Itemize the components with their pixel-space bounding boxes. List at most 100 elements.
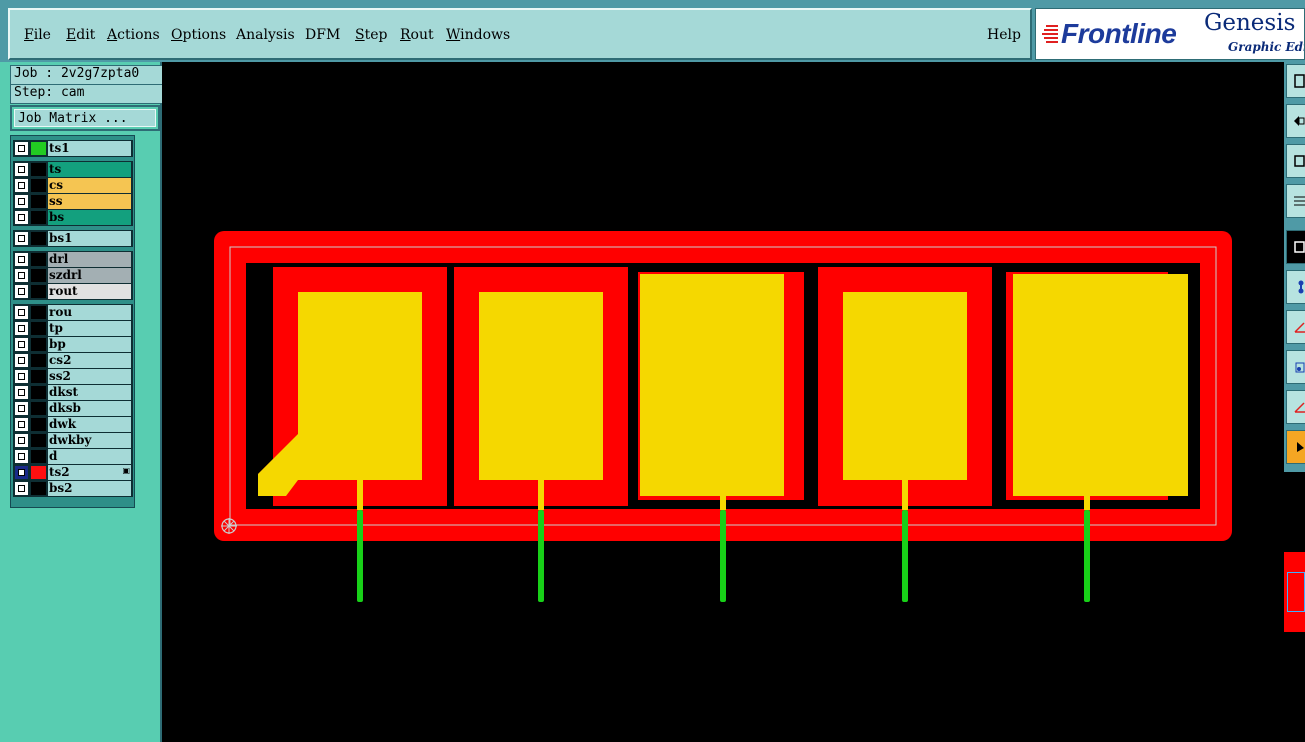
snap-icon — [1294, 241, 1305, 253]
layer-row-dkst[interactable]: dkst — [13, 384, 133, 401]
layer-color-swatch[interactable] — [31, 285, 46, 298]
snap-button[interactable] — [1286, 230, 1305, 264]
menu-help[interactable]: Help — [987, 27, 1021, 43]
layer-row-ss2[interactable]: ss2 — [13, 368, 133, 385]
layer-checkbox[interactable] — [15, 370, 28, 383]
layer-name: ts — [48, 162, 131, 177]
layer-name: szdrl — [48, 268, 131, 283]
layer-row-d[interactable]: d — [13, 448, 133, 465]
zoom-fit-button[interactable] — [1286, 144, 1305, 178]
layer-color-swatch[interactable] — [31, 434, 46, 447]
layer-color-swatch[interactable] — [31, 269, 46, 282]
pad-3 — [640, 274, 784, 496]
pcb-drawing[interactable] — [162, 62, 1284, 742]
angle2-button[interactable] — [1286, 390, 1305, 424]
menu-edit[interactable]: Edit — [66, 27, 95, 43]
layers-icon — [1294, 196, 1305, 206]
layer-row-szdrl[interactable]: szdrl — [13, 267, 133, 284]
layer-checkbox[interactable] — [15, 354, 28, 367]
layer-checkbox[interactable] — [15, 179, 28, 192]
layer-checkbox[interactable] — [15, 386, 28, 399]
layer-checkbox[interactable] — [15, 306, 28, 319]
graphic-canvas[interactable] — [162, 62, 1284, 742]
frontline-logo-icon — [1042, 25, 1058, 43]
layer-color-swatch[interactable] — [31, 195, 46, 208]
layer-row-tp[interactable]: tp — [13, 320, 133, 337]
layer-checkbox[interactable] — [15, 482, 28, 495]
menu-windows[interactable]: Windows — [446, 27, 510, 43]
menu-file[interactable]: File — [24, 27, 51, 43]
layer-row-ts2[interactable]: ts2 ▣ — [13, 464, 133, 481]
layer-row-dwk[interactable]: dwk — [13, 416, 133, 433]
layer-color-swatch[interactable] — [31, 142, 46, 155]
layer-name: dwkby — [48, 433, 131, 448]
layer-color-swatch[interactable] — [31, 163, 46, 176]
layer-checkbox[interactable] — [15, 195, 28, 208]
job-matrix-button[interactable]: Job Matrix ... — [10, 105, 160, 131]
mini-preview — [1284, 552, 1305, 632]
layer-color-swatch[interactable] — [31, 179, 46, 192]
layer-color-swatch[interactable] — [31, 402, 46, 415]
layer-checkbox[interactable] — [15, 402, 28, 415]
menu-rout[interactable]: Rout — [400, 27, 434, 43]
pad-1 — [298, 292, 422, 480]
layer-row-cs2[interactable]: cs2 — [13, 352, 133, 369]
pointer-button[interactable] — [1286, 430, 1305, 464]
layer-checkbox[interactable] — [15, 253, 28, 266]
layer-color-swatch[interactable] — [31, 482, 46, 495]
layers-button[interactable] — [1286, 184, 1305, 218]
layer-row-ts1[interactable]: ts1 — [13, 140, 133, 157]
layer-row-bs1[interactable]: bs1 — [13, 230, 133, 247]
menu-step[interactable]: Step — [355, 27, 387, 43]
layer-color-swatch[interactable] — [31, 322, 46, 335]
layer-checkbox[interactable] — [15, 322, 28, 335]
layer-row-cs[interactable]: cs — [13, 177, 133, 194]
layer-row-bs[interactable]: bs — [13, 209, 133, 226]
layer-checkbox[interactable] — [15, 466, 28, 479]
layer-checkbox[interactable] — [15, 285, 28, 298]
layer-row-ss[interactable]: ss — [13, 193, 133, 210]
layer-row-bp[interactable]: bp — [13, 336, 133, 353]
layer-checkbox[interactable] — [15, 418, 28, 431]
layer-checkbox[interactable] — [15, 338, 28, 351]
menu-dfm[interactable]: DFM — [305, 27, 340, 43]
layer-name: bs2 — [48, 481, 131, 496]
layer-color-swatch[interactable] — [31, 232, 46, 245]
layer-checkbox[interactable] — [15, 211, 28, 224]
layer-row-dwkby[interactable]: dwkby — [13, 432, 133, 449]
layer-row-ts[interactable]: ts — [13, 161, 133, 178]
layer-color-swatch[interactable] — [31, 253, 46, 266]
layer-checkbox[interactable] — [15, 142, 28, 155]
menu-actions[interactable]: Actions — [107, 27, 160, 43]
menu-analysis[interactable]: Analysis — [236, 27, 295, 43]
layer-checkbox[interactable] — [15, 232, 28, 245]
layer-color-swatch[interactable] — [31, 354, 46, 367]
layer-color-swatch[interactable] — [31, 370, 46, 383]
layer-checkbox[interactable] — [15, 269, 28, 282]
layer-color-swatch[interactable] — [31, 450, 46, 463]
pan-button[interactable] — [1286, 104, 1305, 138]
layer-color-swatch[interactable] — [31, 211, 46, 224]
layer-color-swatch[interactable] — [31, 306, 46, 319]
layer-row-rout[interactable]: rout — [13, 283, 133, 300]
layer-row-dksb[interactable]: dksb — [13, 400, 133, 417]
menu-panel: File Edit Actions Options Analysis DFM Step Rou… — [8, 8, 1032, 60]
zoom-fit-icon — [1294, 155, 1305, 167]
layer-checkbox[interactable] — [15, 450, 28, 463]
layer-row-rou[interactable]: rou — [13, 304, 133, 321]
angle-button[interactable] — [1286, 310, 1305, 344]
select-button[interactable] — [1286, 350, 1305, 384]
layer-color-swatch[interactable] — [31, 386, 46, 399]
layer-checkbox[interactable] — [15, 163, 28, 176]
layer-name: d — [48, 449, 131, 464]
measure-button[interactable] — [1286, 270, 1305, 304]
layer-row-bs2[interactable]: bs2 — [13, 480, 133, 497]
layer-row-drl[interactable]: drl — [13, 251, 133, 268]
menu-options[interactable]: Options — [171, 27, 226, 43]
layer-checkbox[interactable] — [15, 434, 28, 447]
open-step-button[interactable] — [1286, 64, 1305, 98]
layer-color-swatch[interactable] — [31, 418, 46, 431]
layer-color-swatch[interactable] — [31, 338, 46, 351]
layer-name: rou — [48, 305, 131, 320]
layer-color-swatch[interactable] — [31, 466, 46, 479]
